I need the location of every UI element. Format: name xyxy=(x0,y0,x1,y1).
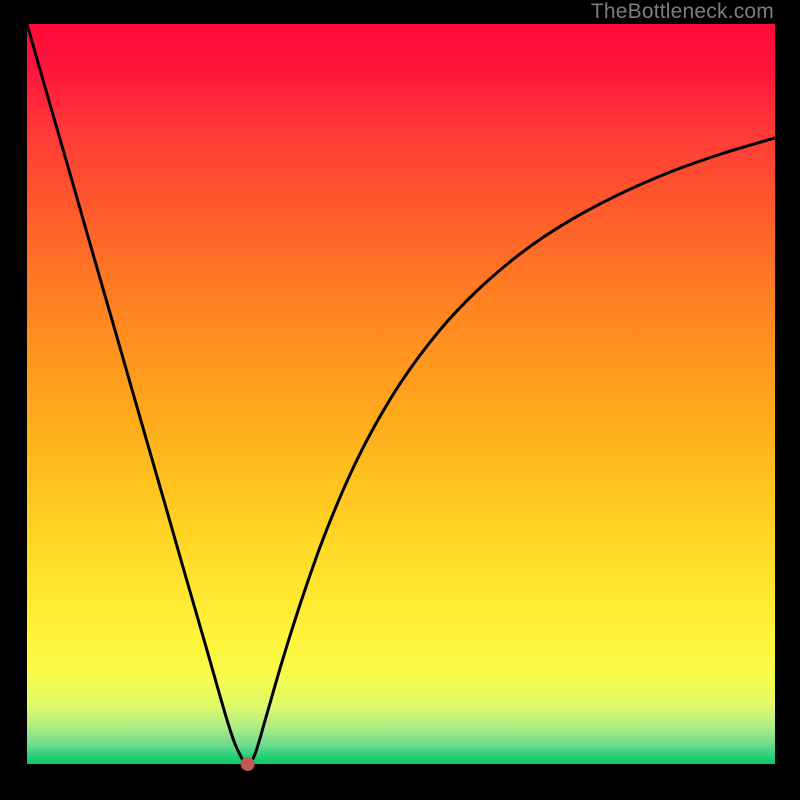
chart-frame: TheBottleneck.com xyxy=(0,0,800,800)
plot-area xyxy=(27,24,775,764)
curve-line xyxy=(27,24,775,764)
curve-marker xyxy=(241,757,255,771)
watermark-text: TheBottleneck.com xyxy=(591,0,774,24)
chart-svg xyxy=(27,24,775,764)
